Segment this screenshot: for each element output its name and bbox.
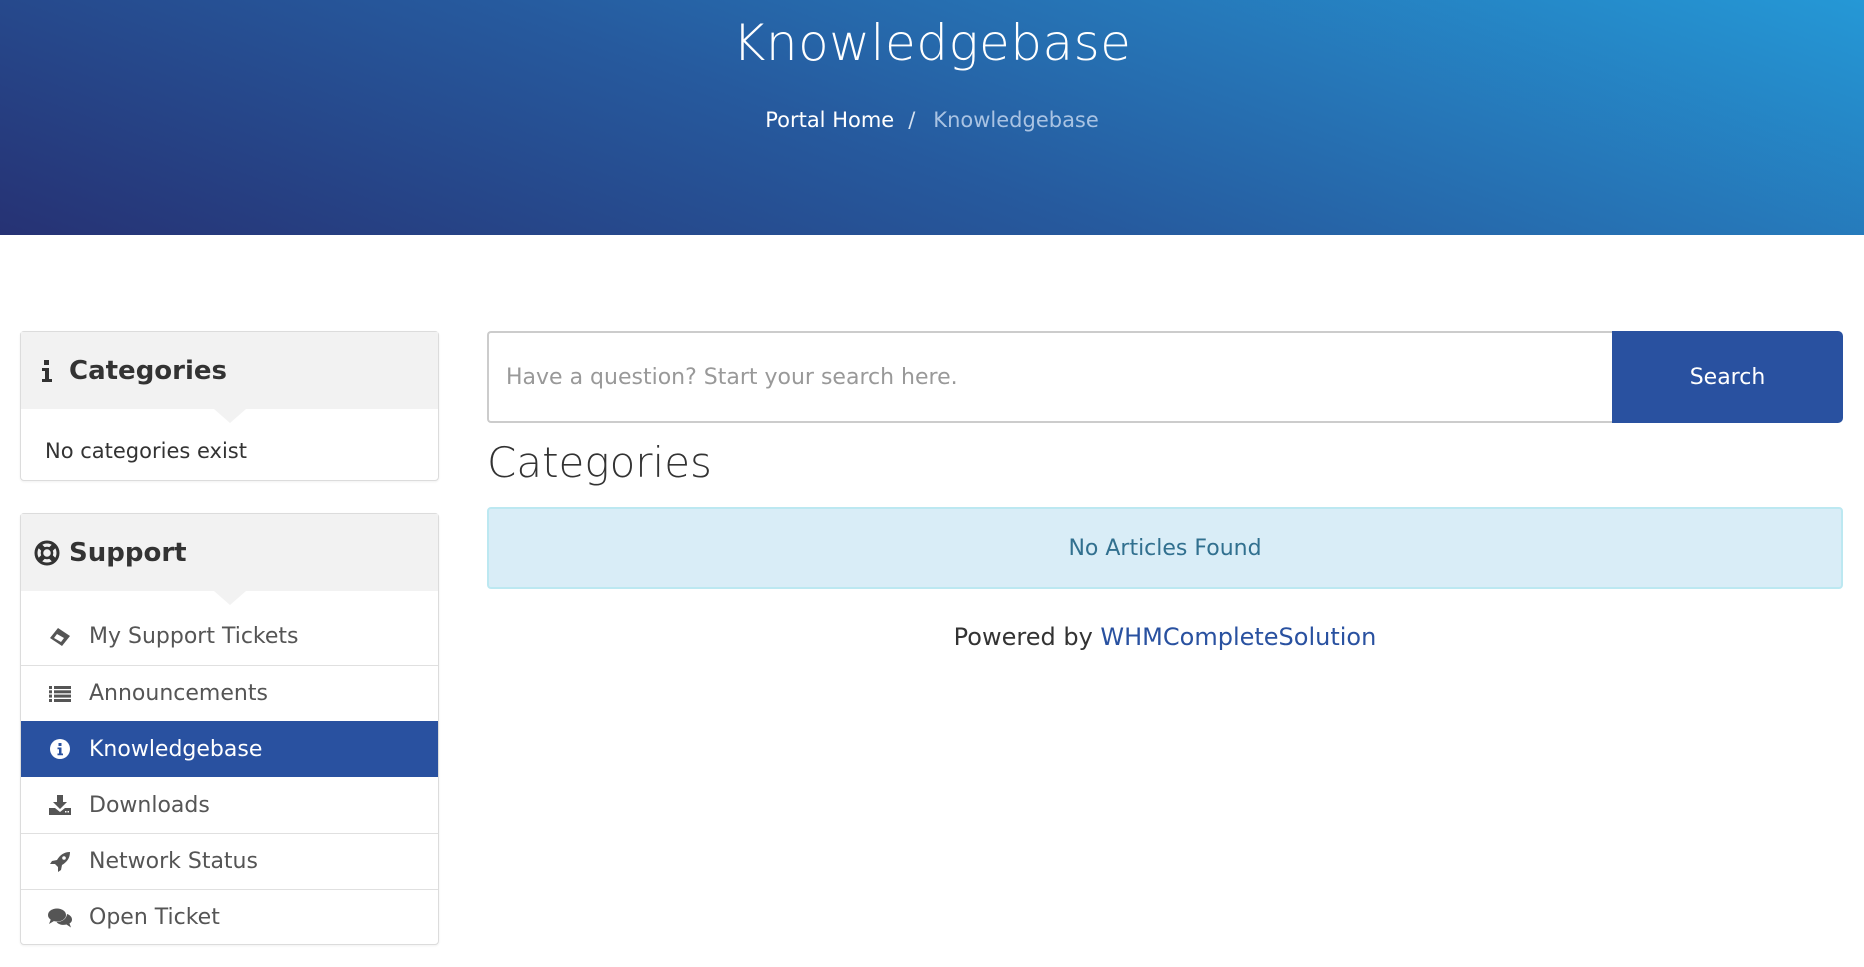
breadcrumb: Portal Home / Knowledgebase bbox=[0, 108, 1864, 132]
menu-label: Network Status bbox=[89, 849, 258, 874]
knowledgebase-search-form: Search bbox=[487, 331, 1843, 423]
info-circle-icon bbox=[47, 738, 73, 760]
ticket-icon bbox=[47, 626, 73, 648]
menu-label: Knowledgebase bbox=[89, 736, 263, 762]
categories-panel-title: Categories bbox=[69, 355, 228, 386]
support-panel-header: Support bbox=[21, 514, 438, 605]
breadcrumb-separator: / bbox=[908, 108, 916, 132]
sidebar-item-announcements[interactable]: Announcements bbox=[21, 665, 438, 721]
search-input[interactable] bbox=[487, 331, 1612, 423]
menu-label: Open Ticket bbox=[89, 905, 220, 930]
support-panel-title: Support bbox=[69, 537, 187, 568]
sidebar-item-network-status[interactable]: Network Status bbox=[21, 833, 438, 889]
alert-text: No Articles Found bbox=[1068, 535, 1262, 561]
search-button[interactable]: Search bbox=[1612, 331, 1843, 423]
whmcs-link[interactable]: WHMCompleteSolution bbox=[1100, 623, 1376, 651]
sidebar-item-downloads[interactable]: Downloads bbox=[21, 777, 438, 833]
breadcrumb-current: Knowledgebase bbox=[933, 108, 1099, 132]
categories-panel-header: Categories bbox=[21, 332, 438, 423]
categories-heading: Categories bbox=[487, 438, 712, 487]
sidebar-item-open-ticket[interactable]: Open Ticket bbox=[21, 889, 438, 945]
breadcrumb-portal-home[interactable]: Portal Home bbox=[765, 108, 894, 132]
menu-label: Announcements bbox=[89, 681, 268, 706]
list-icon bbox=[47, 683, 73, 705]
menu-label: Downloads bbox=[89, 792, 210, 818]
no-articles-alert: No Articles Found bbox=[487, 507, 1843, 589]
page-header: Knowledgebase Portal Home / Knowledgebas… bbox=[0, 0, 1864, 235]
download-icon bbox=[47, 794, 73, 816]
life-ring-icon bbox=[33, 540, 61, 566]
categories-panel: Categories No categories exist bbox=[20, 331, 439, 481]
support-panel: Support My Support Tickets Announcements… bbox=[20, 513, 439, 945]
menu-label: My Support Tickets bbox=[89, 624, 299, 649]
comments-icon bbox=[47, 907, 73, 929]
powered-by: Powered by WHMCompleteSolution bbox=[487, 623, 1843, 651]
info-icon bbox=[33, 359, 61, 382]
page-title: Knowledgebase bbox=[732, 14, 1132, 72]
powered-by-prefix: Powered by bbox=[953, 623, 1101, 651]
rocket-icon bbox=[47, 851, 73, 873]
sidebar-item-my-support-tickets[interactable]: My Support Tickets bbox=[21, 608, 438, 665]
sidebar-item-knowledgebase[interactable]: Knowledgebase bbox=[21, 721, 438, 777]
